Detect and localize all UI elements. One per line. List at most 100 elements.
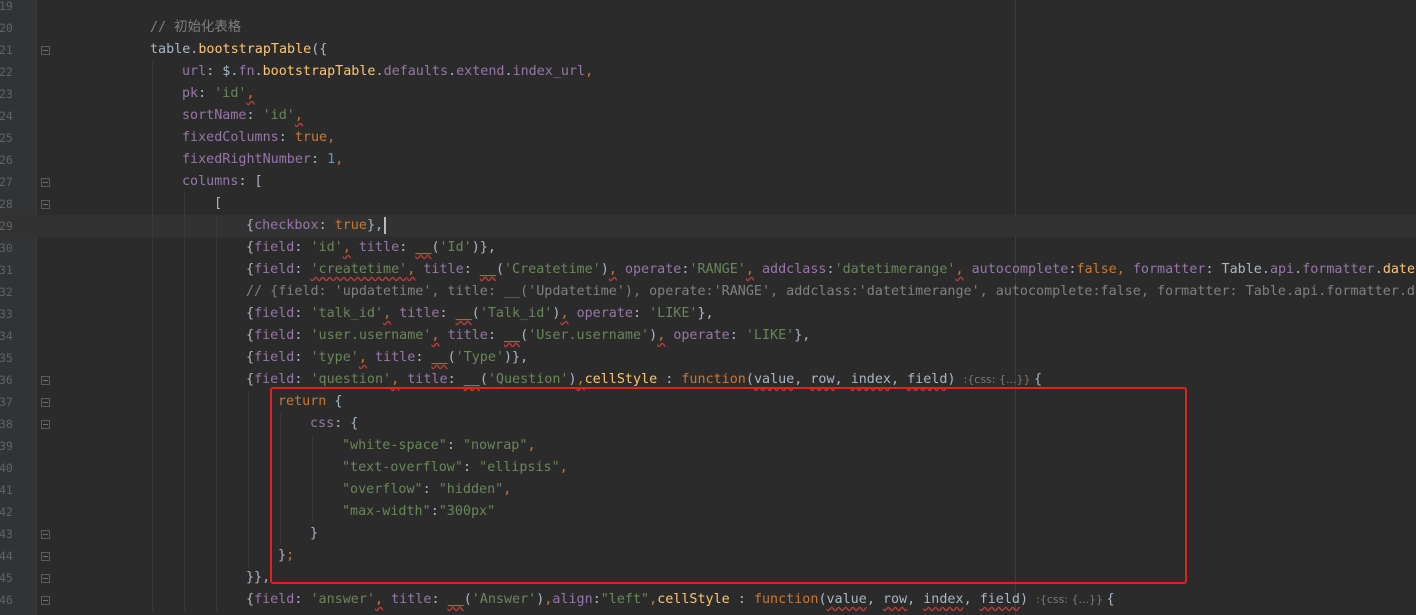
code-line[interactable]: 43}: [0, 523, 1416, 545]
code-token: operate: [576, 306, 633, 321]
code-line[interactable]: 33 {field: 'talk_id', title: __('Talk_id'…: [0, 303, 1416, 325]
code-line[interactable]: 30 {field: 'id', title: __('Id')},: [0, 237, 1416, 259]
fold-toggle-icon[interactable]: [41, 178, 50, 187]
code-line[interactable]: 29 {checkbox: true},: [0, 215, 1416, 237]
fold-toggle-icon[interactable]: [41, 530, 50, 539]
code-line[interactable]: 26 fixedRightNumber: 1,: [0, 149, 1416, 171]
code-text[interactable]: return {: [278, 391, 343, 413]
code-line[interactable]: 38 css: {: [0, 413, 1416, 435]
code-text[interactable]: css: {: [310, 413, 358, 435]
code-token: 'Type': [455, 350, 504, 365]
line-number: 21: [0, 43, 13, 57]
code-line[interactable]: 36 {field: 'question', title: __('Questio…: [0, 369, 1416, 391]
code-text[interactable]: {field: 'createtime', title: __('Createt…: [246, 259, 1416, 281]
fold-toggle-icon[interactable]: [41, 398, 50, 407]
code-text[interactable]: {field: 'id', title: __('Id')},: [246, 237, 496, 259]
code-text[interactable]: "max-width":"300px": [342, 501, 495, 523]
line-number: 43: [0, 527, 13, 541]
code-token: (: [520, 328, 529, 343]
indent-guide: [280, 435, 281, 457]
indent-guide: [184, 435, 185, 457]
code-line[interactable]: 39 "white-space": "nowrap",: [0, 435, 1416, 457]
indent-guide: [248, 413, 249, 435]
code-text[interactable]: {checkbox: true},: [246, 215, 387, 237]
code-line[interactable]: 25 fixedColumns: true,: [0, 127, 1416, 149]
code-line[interactable]: 31 {field: 'createtime', title: __('Creat…: [0, 259, 1416, 281]
code-token: 'datetimerange': [834, 262, 956, 277]
indent-guide: [152, 413, 153, 435]
code-text[interactable]: };: [278, 545, 294, 567]
code-text[interactable]: sortName: 'id',: [182, 105, 303, 127]
indent-guide: [280, 501, 281, 523]
code-line[interactable]: 40 "text-overflow": "ellipsis",: [0, 457, 1416, 479]
code-text[interactable]: columns: [: [182, 171, 263, 193]
code-line[interactable]: 37 return {: [0, 391, 1416, 413]
code-token: __: [455, 306, 472, 321]
code-token: ,: [358, 350, 367, 365]
code-line[interactable]: 27 columns: [: [0, 171, 1416, 193]
code-text[interactable]: table.bootstrapTable({: [150, 39, 327, 61]
code-token: ,: [891, 372, 908, 387]
code-text[interactable]: {field: 'talk_id', title: __('Talk_id'),…: [246, 303, 714, 325]
code-text[interactable]: // {field: 'updatetime', title: __('Upda…: [246, 281, 1416, 303]
line-number: 40: [0, 461, 13, 475]
line-number: 30: [0, 241, 13, 255]
code-line[interactable]: 24 sortName: 'id',: [0, 105, 1416, 127]
code-token: ,: [559, 460, 568, 475]
fold-toggle-icon[interactable]: [41, 552, 50, 561]
code-line[interactable]: 41 "overflow": "hidden",: [0, 479, 1416, 501]
code-text[interactable]: "text-overflow": "ellipsis",: [342, 457, 568, 479]
fold-toggle-icon[interactable]: [41, 596, 50, 605]
code-text[interactable]: {field: 'answer', title: __('Answer'),al…: [246, 589, 1115, 611]
line-number: 45: [0, 571, 13, 585]
code-line[interactable]: 23 pk: 'id',: [0, 83, 1416, 105]
code-line[interactable]: 22 url: $.fn.bootstrapTable.defaults.exte…: [0, 61, 1416, 83]
code-text[interactable]: {field: 'type', title: __('Type')},: [246, 347, 528, 369]
code-line[interactable]: 19: [0, 0, 1416, 17]
code-text[interactable]: [: [214, 193, 222, 215]
code-line[interactable]: 34 {field: 'user.username', title: __('Us…: [0, 325, 1416, 347]
code-text[interactable]: }: [310, 523, 318, 545]
code-line[interactable]: 46 {field: 'answer', title: __('Answer'),…: [0, 589, 1416, 611]
code-line[interactable]: 45}},: [0, 567, 1416, 589]
code-text[interactable]: pk: 'id',: [182, 83, 255, 105]
code-text[interactable]: url: $.fn.bootstrapTable.defaults.extend…: [182, 61, 593, 83]
indent-guide: [216, 545, 217, 567]
indent-guide: [216, 215, 217, 237]
indent-guide: [216, 303, 217, 325]
indent-guide: [216, 391, 217, 413]
code-token: formatter: [1132, 262, 1206, 277]
code-text[interactable]: }},: [246, 567, 270, 589]
code-text[interactable]: {field: 'question', title: __('Question'…: [246, 369, 1042, 391]
code-line[interactable]: 32 // {field: 'updatetime', title: __('Up…: [0, 281, 1416, 303]
code-line[interactable]: 28 [: [0, 193, 1416, 215]
fold-toggle-icon[interactable]: [41, 200, 50, 209]
fold-toggle-icon[interactable]: [41, 574, 50, 583]
fold-toggle-icon[interactable]: [41, 46, 50, 55]
code-text[interactable]: "overflow": "hidden",: [342, 479, 511, 501]
indent-guide: [184, 457, 185, 479]
code-line[interactable]: 21 table.bootstrapTable({: [0, 39, 1416, 61]
code-token: :: [415, 350, 432, 365]
code-token: : [: [238, 174, 263, 189]
code-editor[interactable]: 19 20// 初始化表格 21 table.bootstrapTable({22 ur…: [0, 0, 1416, 615]
code-token: // {field: 'updatetime', title: __('Upda…: [246, 284, 1416, 299]
code-token: url: [182, 64, 207, 79]
code-token: 'question': [310, 372, 392, 387]
code-text[interactable]: "white-space": "nowrap",: [342, 435, 536, 457]
code-line[interactable]: 42 "max-width":"300px": [0, 501, 1416, 523]
code-token: ): [947, 372, 964, 387]
code-text[interactable]: fixedColumns: true,: [182, 127, 335, 149]
code-line[interactable]: 20 // 初始化表格: [0, 17, 1416, 39]
code-token: title: [358, 240, 400, 255]
line-number: 35: [0, 351, 13, 365]
fold-toggle-icon[interactable]: [41, 420, 50, 429]
code-text[interactable]: // 初始化表格: [150, 17, 241, 39]
indent-guide: [184, 567, 185, 589]
code-line[interactable]: 35 {field: 'type', title: __('Type')},: [0, 347, 1416, 369]
code-line[interactable]: 44};: [0, 545, 1416, 567]
code-text[interactable]: {field: 'user.username', title: __('User…: [246, 325, 810, 347]
fold-toggle-icon[interactable]: [41, 376, 50, 385]
line-number: 23: [0, 87, 13, 101]
code-text[interactable]: fixedRightNumber: 1,: [182, 149, 343, 171]
